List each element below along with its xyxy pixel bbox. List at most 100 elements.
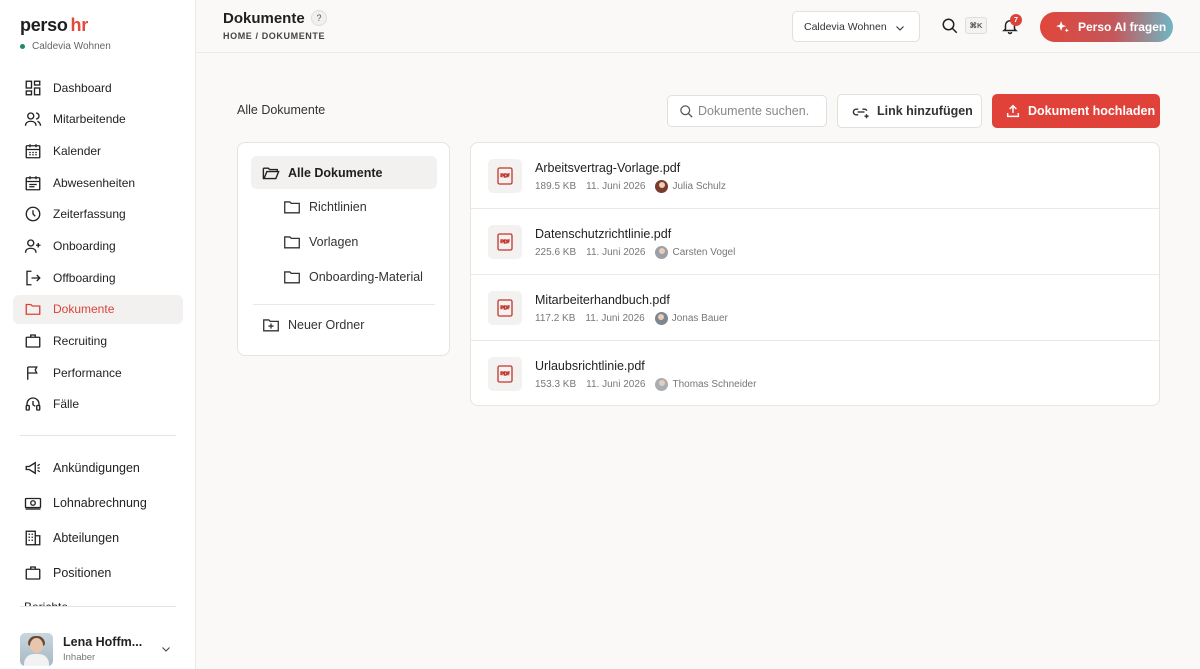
sidebar-item-kalender[interactable]: Kalender xyxy=(13,136,183,165)
brand-name: perso xyxy=(20,15,68,35)
folder-label: Alle Dokumente xyxy=(288,165,383,180)
avatar xyxy=(655,180,669,193)
folder-open-icon xyxy=(262,166,280,179)
breadcrumb: HOME / DOKUMENTE xyxy=(223,31,326,41)
new-folder-button[interactable]: Neuer Ordner xyxy=(262,317,364,333)
secondary-navigation: Ankündigungen Lohnabrechnung Abteilungen… xyxy=(13,453,183,593)
folder-icon xyxy=(284,201,300,214)
notification-badge: 7 xyxy=(1010,14,1022,26)
ai-assistant-button[interactable]: Perso AI fragen xyxy=(1040,12,1173,42)
page-title: Dokumente xyxy=(223,10,305,27)
file-size: 153.3 KB xyxy=(535,379,577,390)
sidebar-item-label: Mitarbeitende xyxy=(53,112,126,127)
calendar-icon xyxy=(25,144,41,159)
sidebar-item-dokumente[interactable]: Dokumente xyxy=(13,294,183,324)
sidebar-item-zeiterfassung[interactable]: Zeiterfassung xyxy=(13,200,183,229)
sidebar-item-label: Positionen xyxy=(53,566,112,580)
clock-icon xyxy=(25,206,41,222)
folder-item-onboarding-material[interactable]: Onboarding-Material xyxy=(283,269,423,285)
file-name[interactable]: Urlaubsrichtlinie.pdf xyxy=(535,359,645,373)
sidebar-item-faelle[interactable]: Fälle xyxy=(13,390,183,419)
table-row[interactable]: Mitarbeiterhandbuch.pdf 117.2 KB 11. Jun… xyxy=(471,275,1159,341)
folder-label: Vorlagen xyxy=(309,235,359,249)
sidebar-divider xyxy=(20,435,176,436)
sidebar-item-label: Dokumente xyxy=(53,302,115,317)
folder-item-all[interactable]: Alle Dokumente xyxy=(251,156,437,189)
sidebar-item-performance[interactable]: Performance xyxy=(13,358,183,387)
file-date: 11. Juni 2026 xyxy=(586,379,646,390)
sidebar-item-ankuendigungen[interactable]: Ankündigungen xyxy=(13,453,183,483)
file-name[interactable]: Datenschutzrichtlinie.pdf xyxy=(535,227,671,241)
sidebar-item-mitarbeitende[interactable]: Mitarbeitende xyxy=(13,105,183,134)
search-icon[interactable] xyxy=(941,17,959,35)
folder-item-richtlinien[interactable]: Richtlinien xyxy=(283,199,367,215)
file-size: 189.5 KB xyxy=(535,181,577,192)
file-name[interactable]: Arbeitsvertrag-Vorlage.pdf xyxy=(535,161,680,175)
file-name[interactable]: Mitarbeiterhandbuch.pdf xyxy=(535,293,670,307)
sidebar-item-label: Recruiting xyxy=(53,334,108,348)
file-size: 225.6 KB xyxy=(535,247,577,258)
table-row[interactable]: Urlaubsrichtlinie.pdf 153.3 KB 11. Juni … xyxy=(471,341,1159,405)
brand-logo[interactable]: perso hr xyxy=(20,15,88,36)
file-meta: 225.6 KB 11. Juni 2026 Carsten Vogel xyxy=(535,246,735,259)
file-size: 117.2 KB xyxy=(535,313,576,324)
upload-icon xyxy=(1006,104,1020,118)
dashboard-icon xyxy=(25,80,41,95)
user-name: Lena Hoffm... xyxy=(63,635,143,649)
folder-item-vorlagen[interactable]: Vorlagen xyxy=(283,234,358,250)
briefcase-icon xyxy=(25,566,41,580)
folder-label: Onboarding-Material xyxy=(309,270,423,284)
file-meta: 189.5 KB 11. Juni 2026 Julia Schulz xyxy=(535,180,726,193)
sidebar-item-abteilungen[interactable]: Abteilungen xyxy=(13,523,183,553)
sparkle-icon xyxy=(1056,21,1069,33)
sidebar-divider xyxy=(20,606,176,607)
sidebar-item-offboarding[interactable]: Offboarding xyxy=(13,263,183,292)
document-search xyxy=(667,95,827,127)
sidebar-item-label: Offboarding xyxy=(53,270,116,285)
link-plus-icon xyxy=(852,108,869,119)
help-badge[interactable]: ? xyxy=(311,10,327,26)
logout-icon xyxy=(26,270,41,286)
absence-icon xyxy=(25,175,41,190)
sidebar-item-label: Performance xyxy=(53,365,122,380)
sidebar-item-dashboard[interactable]: Dashboard xyxy=(13,73,183,102)
folder-icon xyxy=(284,236,300,249)
file-owner: Thomas Schneider xyxy=(672,379,757,390)
file-date: 11. Juni 2026 xyxy=(586,247,646,258)
sidebar-item-label: Onboarding xyxy=(53,238,116,253)
brand-suffix: hr xyxy=(70,15,89,35)
add-link-button[interactable]: Link hinzufügen xyxy=(837,94,982,128)
sidebar-item-onboarding[interactable]: Onboarding xyxy=(13,231,183,260)
folder-label: Richtlinien xyxy=(309,200,367,214)
folder-icon xyxy=(25,304,41,316)
section-title: Alle Dokumente xyxy=(237,103,326,117)
avatar xyxy=(655,378,669,391)
user-plus-icon xyxy=(24,239,41,253)
sidebar-item-label: Kalender xyxy=(53,143,102,158)
flag-icon xyxy=(27,366,38,380)
chevron-down-icon[interactable] xyxy=(160,643,172,655)
sidebar-item-positionen[interactable]: Positionen xyxy=(13,558,183,588)
search-input[interactable] xyxy=(698,104,820,118)
top-header: Dokumente ? HOME / DOKUMENTE Caldevia Wo… xyxy=(197,0,1200,53)
upload-document-button[interactable]: Dokument hochladen xyxy=(992,94,1160,128)
sidebar-item-label: Abwesenheiten xyxy=(53,175,136,190)
sidebar-item-label: Abteilungen xyxy=(53,531,120,545)
tenant-select[interactable]: Caldevia Wohnen xyxy=(792,11,920,42)
sidebar-item-lohnabrechnung[interactable]: Lohnabrechnung xyxy=(13,488,183,518)
pdf-icon xyxy=(488,159,522,193)
sidebar-item-label: Fälle xyxy=(53,397,80,412)
sidebar-item-recruiting[interactable]: Recruiting xyxy=(13,327,183,356)
sidebar-item-abwesenheiten[interactable]: Abwesenheiten xyxy=(13,168,183,197)
table-row[interactable]: Datenschutzrichtlinie.pdf 225.6 KB 11. J… xyxy=(471,209,1159,275)
table-row[interactable]: Arbeitsvertrag-Vorlage.pdf 189.5 KB 11. … xyxy=(471,143,1159,209)
pdf-icon xyxy=(488,357,522,391)
sidebar-item-label: Zeiterfassung xyxy=(53,207,126,222)
folder-icon xyxy=(284,271,300,284)
user-menu[interactable]: Lena Hoffm... Inhaber xyxy=(20,632,180,666)
file-date: 11. Juni 2026 xyxy=(586,181,646,192)
payroll-icon xyxy=(24,497,42,510)
tenant-select-value: Caldevia Wohnen xyxy=(804,20,887,33)
file-owner: Carsten Vogel xyxy=(672,247,736,258)
new-folder-label: Neuer Ordner xyxy=(288,318,365,332)
